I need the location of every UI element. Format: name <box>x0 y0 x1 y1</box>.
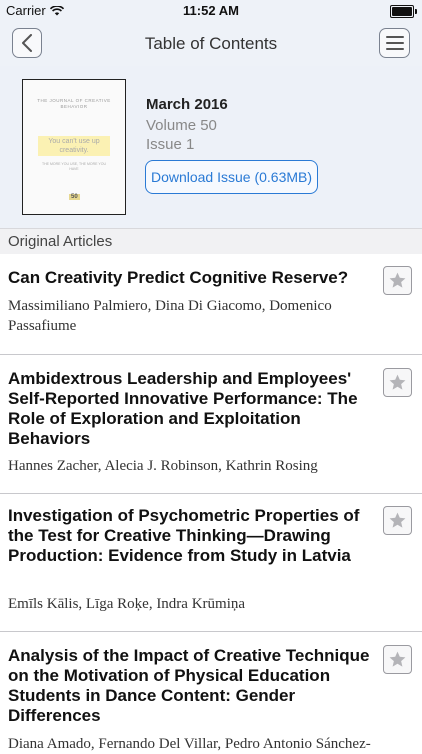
status-time: 11:52 AM <box>183 3 239 18</box>
menu-line-icon <box>385 42 404 44</box>
star-icon <box>389 651 406 667</box>
article-title[interactable]: Can Creativity Predict Cognitive Reserve… <box>8 268 376 288</box>
cover-tagline: THE MORE YOU USE, THE MORE YOU HAVE <box>42 162 106 171</box>
status-bar: Carrier 11:52 AM <box>0 0 422 22</box>
cover-journal-name: THE JOURNAL OF CREATIVE BEHAVIOR <box>37 98 111 109</box>
favorite-button[interactable] <box>383 368 412 397</box>
battery-icon <box>390 5 417 18</box>
navigation-bar: Table of Contents <box>0 22 422 66</box>
issue-date: March 2016 <box>146 96 228 113</box>
menu-line-icon <box>385 36 404 38</box>
section-title: Original Articles <box>8 233 113 250</box>
issue-header: THE JOURNAL OF CREATIVE BEHAVIOR You can… <box>0 66 422 228</box>
favorite-button[interactable] <box>383 266 412 295</box>
section-header: Original Articles <box>0 228 422 254</box>
article-title[interactable]: Ambidextrous Leadership and Employees' S… <box>8 369 376 449</box>
cover-headline: You can't use up creativity. <box>38 136 110 156</box>
issue-volume: Volume 50 <box>146 117 217 134</box>
article-authors: Emīls Kālis, Līga Roķe, Indra Krūmiņa <box>8 596 246 612</box>
star-icon <box>389 512 406 528</box>
issue-cover[interactable]: THE JOURNAL OF CREATIVE BEHAVIOR You can… <box>22 79 126 215</box>
favorite-button[interactable] <box>383 645 412 674</box>
star-icon <box>389 272 406 288</box>
article-row[interactable]: Analysis of the Impact of Creative Techn… <box>0 632 422 752</box>
article-authors: Hannes Zacher, Alecia J. Robinson, Kathr… <box>8 458 318 474</box>
article-authors: Massimiliano Palmiero, Dina Di Giacomo, … <box>8 298 332 334</box>
article-row[interactable]: Can Creativity Predict Cognitive Reserve… <box>0 254 422 355</box>
favorite-button[interactable] <box>383 506 412 535</box>
article-title[interactable]: Investigation of Psychometric Properties… <box>8 506 376 566</box>
download-issue-button[interactable]: Download Issue (0.63MB) <box>145 160 318 194</box>
star-icon <box>389 374 406 390</box>
article-row[interactable]: Ambidextrous Leadership and Employees' S… <box>0 355 422 494</box>
menu-line-icon <box>385 48 404 50</box>
menu-button[interactable] <box>379 28 410 58</box>
page-title: Table of Contents <box>144 34 278 53</box>
article-title[interactable]: Analysis of the Impact of Creative Techn… <box>8 646 376 726</box>
article-row[interactable]: Investigation of Psychometric Properties… <box>0 494 422 632</box>
cover-volume-badge: 50 <box>69 194 80 200</box>
issue-number: Issue 1 <box>146 136 195 153</box>
article-authors: Diana Amado, Fernando Del Villar, Pedro … <box>8 736 371 752</box>
